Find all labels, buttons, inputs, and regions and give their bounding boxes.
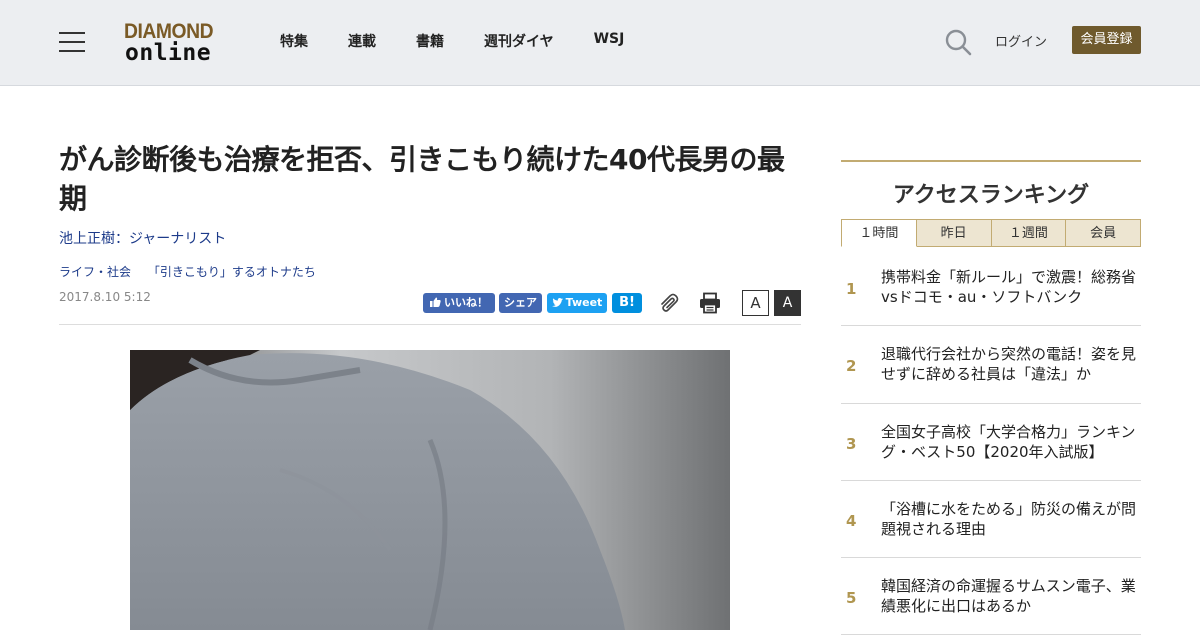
ranking-item[interactable]: 4 「浴槽に水をためる」防災の備えが問題視される理由 [841, 481, 1143, 559]
ranking-number: 3 [846, 434, 857, 453]
facebook-like-button[interactable]: いいね！ [423, 293, 495, 313]
article-title: がん診断後も治療を拒否、引きこもり続けた40代長男の最期 [59, 143, 785, 215]
hatena-bookmark-button[interactable]: B! [612, 293, 642, 313]
article-hero-image [130, 350, 730, 630]
nav-item-feature[interactable]: 特集 [280, 31, 308, 51]
site-logo[interactable]: DIAMOND online [124, 20, 228, 66]
tab-members[interactable]: 会員 [1066, 219, 1141, 247]
ranking-item[interactable]: 3 全国女子高校「大学合格力」ランキング・ベスト50【2020年入試版】 [841, 404, 1141, 481]
tweet-label: Tweet [565, 296, 603, 309]
nav-item-weekly-diamond[interactable]: 週刊ダイヤ [484, 31, 554, 51]
nav-item-series[interactable]: 連載 [348, 31, 376, 51]
ranking-item[interactable]: 5 韓国経済の命運握るサムスン電子、業績悪化に出口はあるか [841, 558, 1141, 635]
font-size-large-button[interactable]: A [774, 290, 801, 316]
ranking-tabs: １時間 昨日 １週間 会員 [841, 219, 1141, 247]
person-bowing-illustration [130, 350, 730, 630]
article-author[interactable]: 池上正樹：ジャーナリスト [59, 228, 226, 248]
ranking-headline[interactable]: 退職代行会社から突然の電話！姿を見せずに辞める社員は「違法」か [881, 344, 1143, 384]
twitter-bird-icon [551, 298, 563, 307]
login-link[interactable]: ログイン [995, 31, 1047, 50]
tweet-button[interactable]: Tweet [547, 293, 607, 313]
ranking-number: 5 [846, 589, 857, 608]
tab-1hour[interactable]: １時間 [841, 219, 917, 247]
article-categories: ライフ・社会 「引きこもり」するオトナたち [59, 263, 329, 280]
logo-online-text: online [125, 40, 212, 66]
article-date: 2017.8.10 5:12 [59, 290, 151, 304]
font-size-small-button[interactable]: A [742, 290, 769, 316]
hamburger-menu-icon[interactable] [59, 32, 85, 52]
article-divider [59, 324, 801, 325]
ranking-list: 1 携帯料金「新ルール」で激震！総務省vsドコモ・au・ソフトバンク 2 退職代… [841, 249, 1141, 635]
category-link-life-society[interactable]: ライフ・社会 [59, 265, 131, 279]
paperclip-icon[interactable] [659, 292, 681, 312]
ranking-top-border [841, 160, 1141, 162]
ranking-number: 4 [846, 511, 857, 530]
ranking-headline[interactable]: 韓国経済の命運握るサムスン電子、業績悪化に出口はあるか [881, 576, 1143, 616]
ranking-headline[interactable]: 「浴槽に水をためる」防災の備えが問題視される理由 [881, 499, 1143, 539]
register-button[interactable]: 会員登録 [1072, 26, 1141, 54]
facebook-share-button[interactable]: シェア [499, 293, 542, 313]
printer-icon[interactable] [699, 292, 721, 314]
ranking-headline[interactable]: 全国女子高校「大学合格力」ランキング・ベスト50【2020年入試版】 [881, 422, 1143, 462]
ranking-headline[interactable]: 携帯料金「新ルール」で激震！総務省vsドコモ・au・ソフトバンク [881, 267, 1143, 307]
site-header: DIAMOND online 特集 連載 書籍 週刊ダイヤ WSJ ログイン 会… [0, 0, 1200, 86]
ranking-title: アクセスランキング [892, 183, 1090, 208]
nav-item-wsj[interactable]: WSJ [594, 31, 625, 51]
main-nav: 特集 連載 書籍 週刊ダイヤ WSJ [280, 31, 664, 51]
search-icon[interactable] [944, 28, 972, 56]
thumbs-up-icon [430, 297, 441, 307]
like-label: いいね！ [444, 296, 488, 309]
ranking-number: 2 [846, 357, 857, 376]
ranking-item[interactable]: 2 退職代行会社から突然の電話！姿を見せずに辞める社員は「違法」か [841, 326, 1143, 404]
ranking-number: 1 [846, 280, 857, 298]
category-link-hikikomori[interactable]: 「引きこもり」するオトナたち [148, 265, 316, 279]
nav-item-books[interactable]: 書籍 [416, 31, 444, 51]
tab-yesterday[interactable]: 昨日 [916, 219, 992, 247]
ranking-item[interactable]: 1 携帯料金「新ルール」で激震！総務省vsドコモ・au・ソフトバンク [841, 249, 1143, 327]
tab-1week[interactable]: １週間 [991, 219, 1067, 247]
